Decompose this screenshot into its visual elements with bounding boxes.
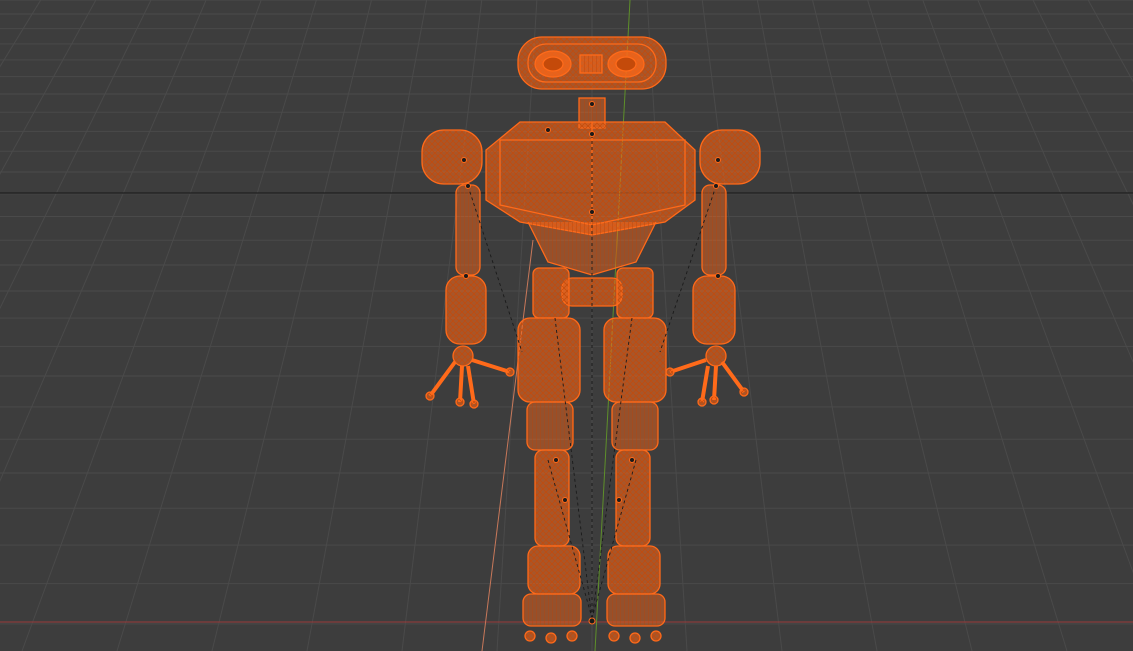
robot-right-leg[interactable] bbox=[603, 317, 667, 644]
robot-left-leg[interactable] bbox=[517, 317, 582, 644]
grid-line bbox=[592, 0, 1133, 651]
robot-head[interactable] bbox=[517, 36, 667, 90]
grid-line bbox=[592, 0, 1133, 651]
grid-line bbox=[592, 0, 1133, 651]
grid-line bbox=[592, 0, 1133, 651]
grid-line bbox=[592, 0, 1133, 651]
grid-line bbox=[592, 0, 1133, 651]
grid-line bbox=[922, 0, 1133, 574]
grid-line bbox=[592, 0, 1133, 651]
grid-line bbox=[592, 0, 1133, 651]
viewport-canvas[interactable] bbox=[0, 0, 1133, 651]
grid-line bbox=[977, 0, 1133, 364]
grid-line bbox=[592, 0, 1133, 651]
grid-line bbox=[592, 0, 1133, 651]
grid-line bbox=[592, 0, 1133, 651]
grid-line bbox=[592, 0, 1133, 651]
grid-line bbox=[592, 0, 1133, 651]
grid-line bbox=[1032, 0, 1133, 206]
grid-line bbox=[592, 0, 1133, 651]
grid-line bbox=[592, 0, 1133, 651]
grid-line bbox=[592, 0, 1133, 651]
camera-guide-line bbox=[481, 239, 534, 651]
grid-line bbox=[1087, 0, 1133, 83]
robot-model[interactable] bbox=[421, 36, 761, 644]
grid-line bbox=[592, 0, 1133, 651]
grid-line bbox=[21, 0, 262, 651]
grid-line bbox=[592, 0, 1133, 651]
grid-line bbox=[592, 0, 1133, 651]
3d-viewport[interactable] bbox=[0, 0, 1133, 651]
grid-line bbox=[592, 0, 1133, 651]
grid-line bbox=[592, 0, 1133, 651]
